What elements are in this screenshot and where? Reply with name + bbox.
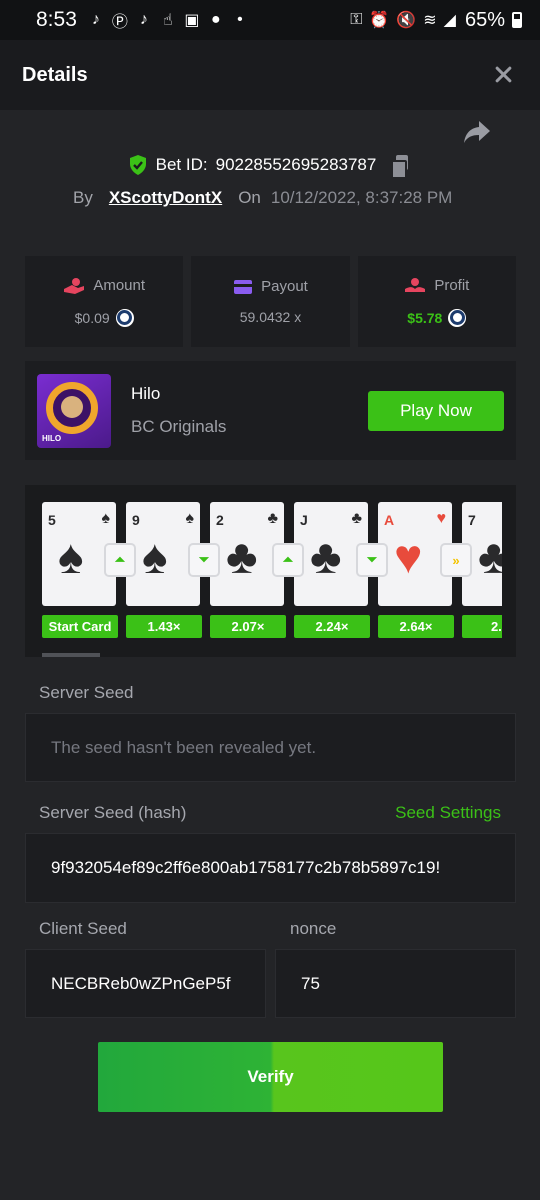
currency-coin-icon [448,308,467,327]
card-suit-large: ♣ [310,531,342,584]
touch-icon: ☝ [163,12,173,29]
profit-value: $5.78 [407,309,443,326]
bet-id-row: Bet ID: 90228552695283787 [0,154,540,179]
share-icon[interactable] [462,118,492,146]
profit-label: Profit [434,277,470,294]
card-history-strip[interactable]: 5 ♠ ♠ Start Card 9 ♠ ♠ 1.43× 2 ♣ ♣ 2.07× J ♣ ♣ 2.24× A ♥ ♥… [25,485,516,657]
bet-id-value: 90228552695283787 [215,155,377,174]
amount-label: Amount [93,277,146,294]
stat-profit: Profit $5.78 [357,256,516,347]
copy-icon[interactable] [390,154,412,179]
profit-hand-icon [405,277,426,292]
shopping-bag-icon: ▣ [184,12,200,29]
more-dot-icon: • [237,11,243,28]
card-suit-small: ♣ [267,510,279,527]
game-provider: BC Originals [131,417,227,436]
hilo-thumbnail[interactable]: HILO [37,373,111,448]
user-link[interactable]: XScottyDontX [109,188,222,208]
playing-card: J ♣ ♣ [294,502,368,606]
on-label: On [238,188,261,207]
battery-icon [512,12,522,28]
card-suit-small: ♠ [101,510,111,527]
card-rank: 9 [132,512,140,528]
card-rank: J [300,512,308,528]
card-suit-large: ♠ [58,531,84,584]
server-seed-hash-field[interactable]: 9f932054ef89c2ff6e800ab1758177c2b78b5897… [25,833,516,903]
server-seed-hash-label: Server Seed (hash) [39,803,187,822]
playing-card: 9 ♠ ♠ [126,502,200,606]
card-suit-large: ♣ [478,531,502,584]
card-suit-large: ♥ [394,531,423,584]
bet-date: 10/12/2022, 8:37:28 PM [270,188,453,207]
card-list: 5 ♠ ♠ Start Card 9 ♠ ♠ 1.43× 2 ♣ ♣ 2.07× J ♣ ♣ 2.24× A ♥ ♥… [42,502,502,642]
pinterest-icon: Ⓟ [111,14,128,31]
server-seed-field[interactable]: The seed hasn't been revealed yet. [25,713,516,782]
amount-value: $0.09 [74,309,110,326]
multiplier-badge: Start Card [42,615,118,638]
multiplier-badge: 2.07× [210,615,286,638]
playing-card: 2 ♣ ♣ [210,502,284,606]
details-header: Details [0,40,540,110]
payout-value: 59.0432 x [239,309,302,325]
multiplier-badge: 2.64× [378,615,454,638]
wallet-icon [234,279,253,294]
scrollbar[interactable] [42,653,100,657]
battery-percent: 65% [464,8,505,31]
alarm-icon: ⏰ [369,12,390,29]
card-suit-small: ♠ [185,510,195,527]
status-bar: 8:53 ♪ Ⓟ ♪ ☝ ▣ ● • ⚿ ⏰ 🔇 ≋ ◢ 65% [0,0,540,40]
client-seed-label: Client Seed [39,919,127,938]
account-icon: ● [211,11,221,28]
card-rank: 7 [468,512,476,528]
card-rank: A [384,512,395,528]
skip-icon: » [442,545,470,575]
multiplier-badge: 1.43× [126,615,202,638]
card-suit-large: ♣ [226,531,258,584]
payout-label: Payout [261,278,308,295]
game-card: HILO Hilo BC Originals Play Now [25,361,516,460]
thumb-tag: HILO [42,433,62,443]
tiktok-icon: ♪ [139,11,148,28]
card-rank: 2 [216,512,224,528]
notification-icons: ♪ Ⓟ ♪ ☝ ▣ ● • [87,11,249,31]
multiplier-badge: 2.6 [462,615,502,638]
stat-payout: Payout 59.0432 x [191,256,350,347]
tiktok-icon: ♪ [91,11,100,28]
nonce-field[interactable]: 75 [275,949,516,1018]
multiplier-badge: 2.24× [294,615,370,638]
currency-coin-icon [115,308,134,327]
by-label: By [73,188,93,207]
higher-icon: ⏶ [274,545,302,575]
playing-card: 5 ♠ ♠ [42,502,116,606]
nonce-label: nonce [290,919,337,938]
card-rank: 5 [48,512,56,528]
system-icons: ⚿ ⏰ 🔇 ≋ ◢ 65% [350,9,522,32]
page-title: Details [22,63,88,86]
key-icon: ⚿ [350,11,363,28]
bet-stats: Amount $0.09 Payout 59.0432 x Profit $5.… [25,256,516,347]
signal-icon: ◢ [443,12,456,29]
stat-amount: Amount $0.09 [25,256,184,347]
higher-icon: ⏶ [106,545,134,575]
playing-card: A ♥ ♥ [378,502,452,606]
server-seed-label: Server Seed [39,683,134,702]
play-now-button[interactable]: Play Now [368,390,504,431]
lower-icon: ⏷ [190,545,218,575]
seed-settings-link[interactable]: Seed Settings [395,803,501,823]
card-suit-small: ♣ [351,510,363,527]
lower-icon: ⏷ [358,545,386,575]
shield-check-icon [129,155,146,175]
card-suit-small: ♥ [436,510,447,527]
game-name: Hilo [131,384,161,403]
card-suit-large: ♠ [142,531,168,584]
verify-button[interactable]: Verify [98,1042,443,1112]
bet-id-label: Bet ID: [155,155,208,174]
close-icon[interactable] [490,61,518,89]
mute-icon: 🔇 [396,12,417,29]
bet-author-row: By XScottyDontX On 10/12/2022, 8:37:28 P… [73,188,452,208]
wifi-icon: ≋ [423,12,437,29]
client-seed-field[interactable]: NECBReb0wZPnGeP5f [25,949,266,1018]
coins-hand-icon [64,277,85,294]
status-time: 8:53 [36,8,77,31]
